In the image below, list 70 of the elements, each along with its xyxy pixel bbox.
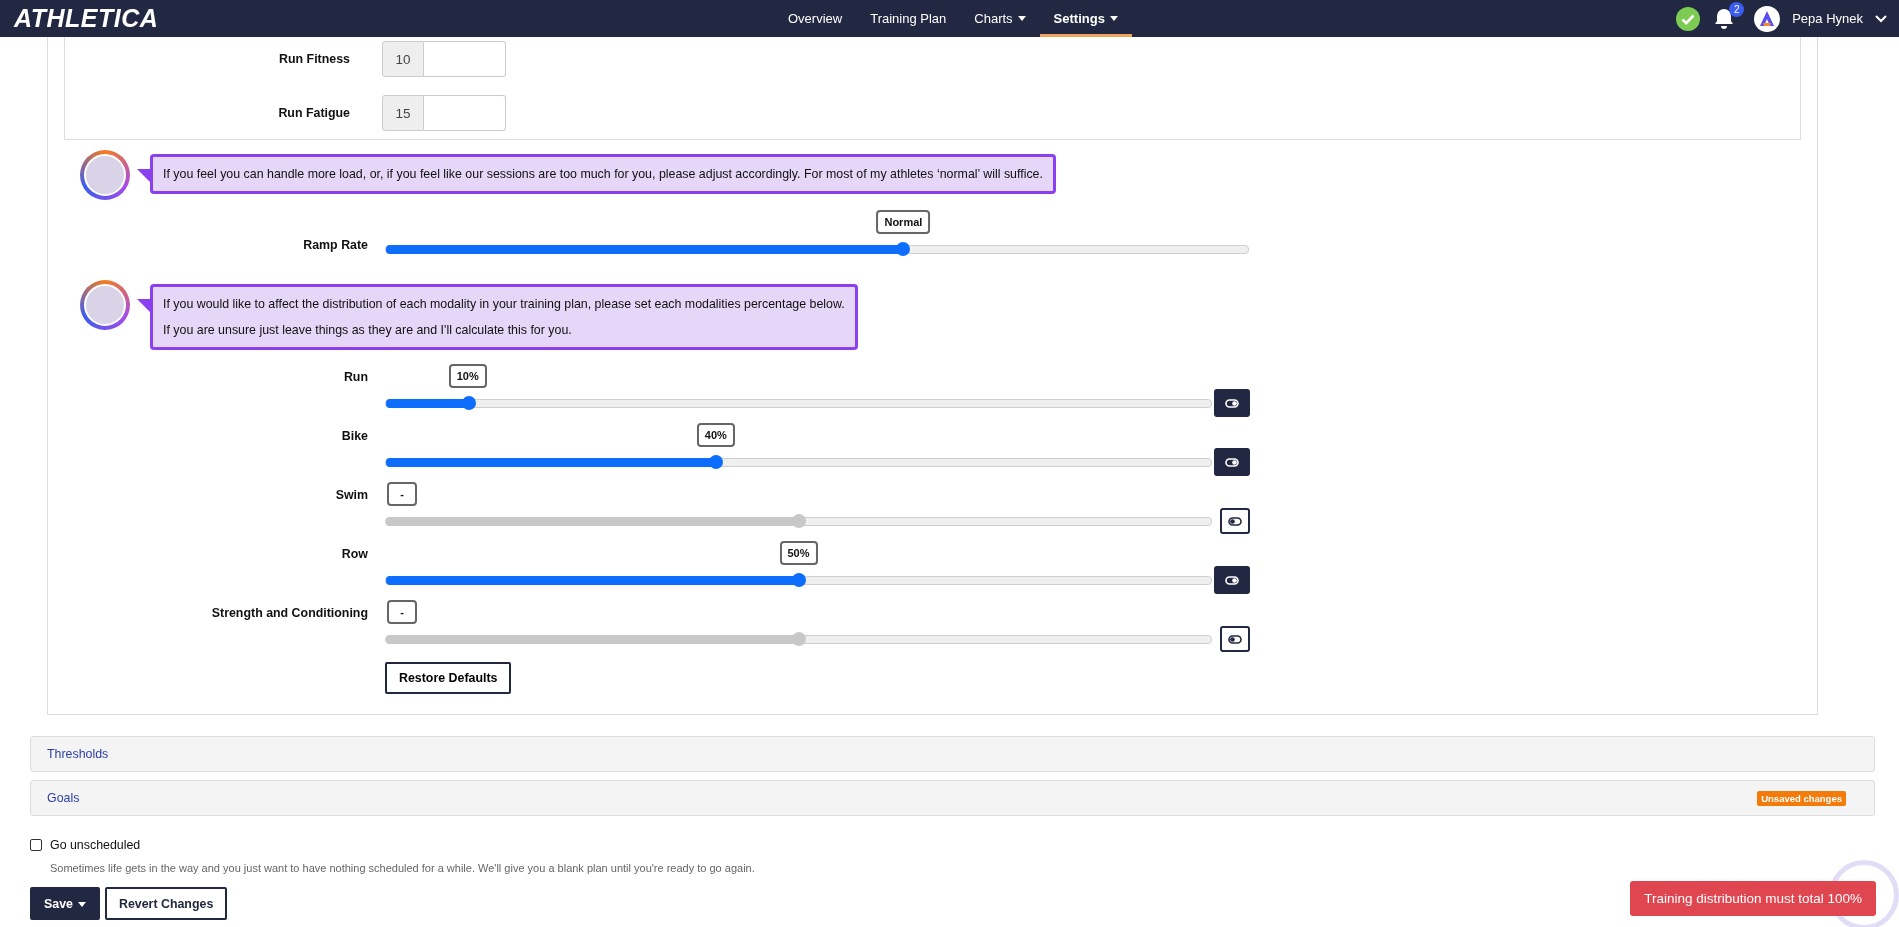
slider-label: Row: [340, 546, 368, 561]
checkbox[interactable]: [30, 839, 42, 851]
toggle-icon: [1228, 516, 1242, 526]
value-tooltip: Normal: [876, 210, 931, 234]
slider-label: Run: [342, 369, 368, 384]
slider-thumb[interactable]: [791, 573, 806, 587]
toggle-icon: [1225, 398, 1239, 408]
slider-track[interactable]: [385, 244, 1249, 254]
toggle-button[interactable]: [1220, 626, 1250, 652]
slider-thumb[interactable]: [791, 632, 806, 646]
brand-logo[interactable]: ATHLETICA: [14, 4, 774, 33]
toggle-button[interactable]: [1214, 566, 1250, 594]
notification-badge: 2: [1729, 1, 1745, 17]
toggle-button[interactable]: [1214, 389, 1250, 417]
caret-icon: [1109, 16, 1118, 21]
number-input[interactable]: [424, 41, 506, 77]
input-addon: 15: [382, 95, 424, 131]
user-avatar[interactable]: [1754, 5, 1781, 32]
slider-track[interactable]: [385, 457, 1212, 467]
slider-label: Strength and Conditioning: [210, 605, 368, 620]
toggle-icon: [1228, 634, 1242, 644]
slider-label: Swim: [334, 487, 368, 502]
nav-tab[interactable]: Charts: [960, 0, 1040, 37]
value-tooltip: 10%: [448, 364, 487, 388]
toggle-button[interactable]: [1214, 448, 1250, 476]
slider-label: Ramp Rate: [302, 237, 368, 252]
error-toast: Training distribution must total 100%: [1630, 881, 1876, 916]
save-button[interactable]: Save: [30, 887, 100, 920]
check-circle-icon[interactable]: [1676, 6, 1701, 31]
coach-message: If you would like to affect the distribution of each modality in your training plan, please set each modalities percentage below.: [163, 297, 845, 311]
slider-label: Bike: [340, 428, 368, 443]
chevron-down-icon[interactable]: [1875, 14, 1887, 23]
number-input[interactable]: [424, 95, 506, 131]
caret-icon: [1017, 16, 1026, 21]
value-tooltip: -: [387, 482, 417, 506]
field-label: Run Fatigue: [277, 106, 350, 120]
slider-track[interactable]: [385, 516, 1212, 526]
checkbox-label[interactable]: Go unscheduled: [50, 838, 141, 852]
coach-message: If you feel you can handle more load, or, if you feel like our sessions are too much for you, please adjust accordingly. For most of my athletes ‘normal’ will suffice.: [163, 167, 1043, 181]
panel-title[interactable]: Thresholds: [47, 747, 109, 761]
slider-thumb[interactable]: [461, 396, 476, 410]
input-addon: 10: [382, 41, 424, 77]
collapsible-panel[interactable]: Thresholds: [30, 736, 1875, 772]
nav-tab[interactable]: Training Plan: [856, 0, 961, 37]
nav-tab[interactable]: Settings: [1039, 0, 1132, 37]
panel-title[interactable]: Goals: [47, 791, 80, 805]
coach-avatar: [80, 150, 130, 200]
collapsible-panel[interactable]: Goals Unsaved changes: [30, 780, 1875, 816]
toggle-button[interactable]: [1220, 508, 1250, 534]
toggle-icon: [1225, 575, 1239, 585]
slider-track[interactable]: [385, 575, 1212, 585]
restore-defaults-button[interactable]: Restore Defaults: [385, 662, 512, 694]
coach-avatar: [80, 280, 130, 330]
toggle-icon: [1225, 457, 1239, 467]
revert-changes-button[interactable]: Revert Changes: [104, 887, 228, 920]
field-label: Run Fitness: [278, 52, 350, 66]
coach-message: If you are unsure just leave things as they are and I'll calculate this for you.: [163, 323, 573, 337]
caret-icon: [77, 901, 86, 907]
status-badge: Unsaved changes: [1757, 790, 1846, 806]
value-tooltip: 40%: [696, 423, 735, 447]
value-tooltip: 50%: [779, 541, 818, 565]
slider-track[interactable]: [385, 634, 1212, 644]
slider-thumb[interactable]: [896, 242, 911, 256]
slider-thumb[interactable]: [709, 455, 723, 469]
user-name[interactable]: Pepa Hynek: [1792, 11, 1863, 26]
slider-track[interactable]: [385, 398, 1212, 408]
slider-thumb[interactable]: [791, 514, 806, 528]
help-text: Sometimes life gets in the way and you just want to have nothing scheduled for a while. We'll give you a blank plan until you're ready to go again.: [50, 862, 756, 874]
value-tooltip: -: [387, 600, 417, 624]
nav-tab[interactable]: Overview: [774, 0, 857, 37]
